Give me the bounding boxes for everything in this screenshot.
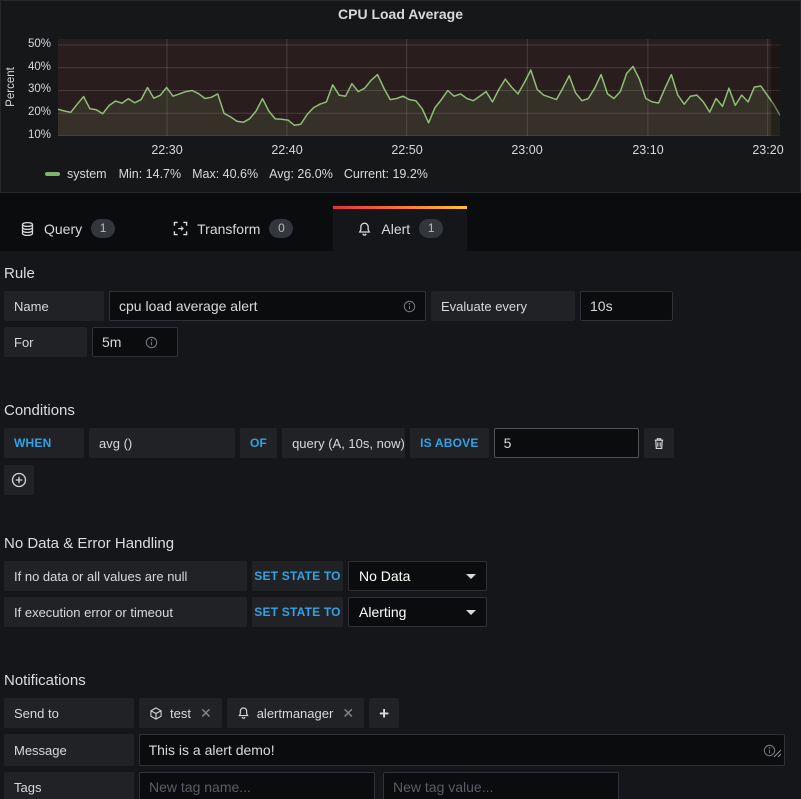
- tab-query[interactable]: Query 1: [2, 206, 133, 251]
- panel-title[interactable]: CPU Load Average: [1, 6, 800, 22]
- y-tick-10: 10%: [7, 129, 51, 143]
- aggregation-selector[interactable]: avg (): [89, 428, 235, 458]
- x-tick-2310: 23:10: [626, 143, 670, 157]
- recipient-name: alertmanager: [257, 706, 334, 721]
- alert-name-field[interactable]: [109, 291, 426, 321]
- error-handling-row: If execution error or timeout SET STATE …: [4, 597, 785, 627]
- tab-query-count: 1: [91, 219, 115, 238]
- close-icon[interactable]: ✕: [200, 705, 212, 722]
- conditions-heading: Conditions: [4, 402, 785, 419]
- recipient-chip-test: test ✕: [139, 698, 222, 728]
- x-tick-2240: 22:40: [265, 143, 309, 157]
- x-tick-2250: 22:50: [385, 143, 429, 157]
- legend-series-name[interactable]: system: [67, 167, 107, 181]
- message-textarea[interactable]: [140, 735, 784, 765]
- threshold-input[interactable]: [495, 435, 638, 451]
- x-tick-2320: 23:20: [746, 143, 790, 157]
- set-state-label: SET STATE TO: [252, 561, 343, 591]
- tab-query-label: Query: [44, 221, 82, 237]
- chart-legend: system Min: 14.7% Max: 40.6% Avg: 26.0% …: [45, 167, 439, 181]
- y-tick-50: 50%: [7, 38, 51, 52]
- error-state-value: Alerting: [359, 604, 406, 620]
- recipient-chip-alertmanager: alertmanager ✕: [227, 698, 364, 728]
- info-icon: [145, 336, 158, 349]
- alert-name-input[interactable]: [110, 298, 425, 314]
- threshold-field[interactable]: [494, 428, 639, 458]
- evaluate-every-input[interactable]: [581, 298, 672, 314]
- tag-name-input[interactable]: [140, 779, 374, 795]
- message-field[interactable]: [139, 734, 785, 766]
- bell-icon: [237, 706, 250, 720]
- no-data-heading: No Data & Error Handling: [4, 535, 785, 552]
- send-to-label: Send to: [4, 698, 134, 728]
- y-axis-title: Percent: [5, 52, 17, 122]
- add-condition-row: [4, 465, 785, 495]
- for-input[interactable]: [93, 334, 177, 350]
- evaluate-every-field[interactable]: [580, 291, 673, 321]
- add-condition-button[interactable]: [4, 465, 34, 495]
- resize-grip[interactable]: [773, 745, 782, 763]
- no-data-row: If no data or all values are null SET ST…: [4, 561, 785, 591]
- of-label: OF: [240, 428, 277, 458]
- set-state-label: SET STATE TO: [252, 597, 343, 627]
- legend-stat-avg: Avg: 26.0%: [269, 167, 333, 181]
- add-recipient-button[interactable]: +: [369, 698, 399, 728]
- no-data-state-select[interactable]: No Data: [348, 561, 487, 591]
- chevron-down-icon: [466, 574, 476, 579]
- operator-selector[interactable]: IS ABOVE: [410, 428, 489, 458]
- plus-icon: +: [379, 705, 389, 722]
- message-row: Message: [4, 734, 785, 766]
- rule-row-1: Name Evaluate every: [4, 291, 785, 321]
- plus-circle-icon: [11, 472, 27, 488]
- editor-tabbar: Query 1 Transform 0 Alert 1: [0, 206, 801, 251]
- no-data-label: If no data or all values are null: [4, 561, 247, 591]
- legend-stat-min: Min: 14.7%: [119, 167, 182, 181]
- tab-alert-label: Alert: [381, 221, 410, 237]
- tab-transform[interactable]: Transform 0: [155, 206, 311, 251]
- cube-icon: [149, 706, 163, 721]
- bell-icon: [357, 221, 372, 237]
- alert-tab-content: Rule Name Evaluate every For Cond: [0, 251, 801, 799]
- transform-icon: [173, 221, 188, 236]
- notifications-heading: Notifications: [4, 672, 785, 689]
- close-icon[interactable]: ✕: [342, 705, 354, 722]
- tags-label: Tags: [4, 772, 134, 799]
- error-state-select[interactable]: Alerting: [348, 597, 487, 627]
- graph-panel: CPU Load Average 50% 40% 30% 20% 10% Per…: [0, 0, 801, 193]
- tab-transform-label: Transform: [197, 221, 260, 237]
- rule-row-2: For: [4, 327, 785, 357]
- when-label: WHEN: [4, 428, 84, 458]
- x-tick-2230: 22:30: [145, 143, 189, 157]
- chart-svg: [58, 39, 780, 136]
- legend-color-swatch: [45, 172, 60, 176]
- tab-transform-count: 0: [269, 219, 293, 238]
- rule-heading: Rule: [4, 265, 785, 282]
- delete-condition-button[interactable]: [644, 428, 674, 458]
- legend-stat-max: Max: 40.6%: [192, 167, 258, 181]
- for-field[interactable]: [92, 327, 178, 357]
- recipient-name: test: [170, 706, 191, 721]
- evaluate-every-label: Evaluate every: [431, 291, 575, 321]
- info-icon: [403, 300, 416, 313]
- tag-value-input[interactable]: [384, 779, 618, 795]
- database-icon: [20, 221, 35, 237]
- tags-row: Tags: [4, 772, 785, 799]
- tab-alert-count: 1: [419, 219, 443, 238]
- tag-value-field[interactable]: [383, 772, 619, 799]
- x-tick-2300: 23:00: [505, 143, 549, 157]
- no-data-state-value: No Data: [359, 568, 410, 584]
- execution-error-label: If execution error or timeout: [4, 597, 247, 627]
- message-label: Message: [4, 734, 134, 766]
- legend-stat-current: Current: 19.2%: [344, 167, 428, 181]
- query-part-selector[interactable]: query (A, 10s, now): [282, 428, 405, 458]
- cpu-load-chart[interactable]: [58, 39, 780, 136]
- name-label: Name: [4, 291, 104, 321]
- for-label: For: [4, 327, 87, 357]
- tab-alert[interactable]: Alert 1: [333, 206, 467, 251]
- condition-row: WHEN avg () OF query (A, 10s, now) IS AB…: [4, 428, 785, 458]
- trash-icon: [652, 436, 666, 451]
- send-to-row: Send to test ✕ alertmanager ✕ +: [4, 698, 785, 728]
- chevron-down-icon: [466, 610, 476, 615]
- tag-name-field[interactable]: [139, 772, 375, 799]
